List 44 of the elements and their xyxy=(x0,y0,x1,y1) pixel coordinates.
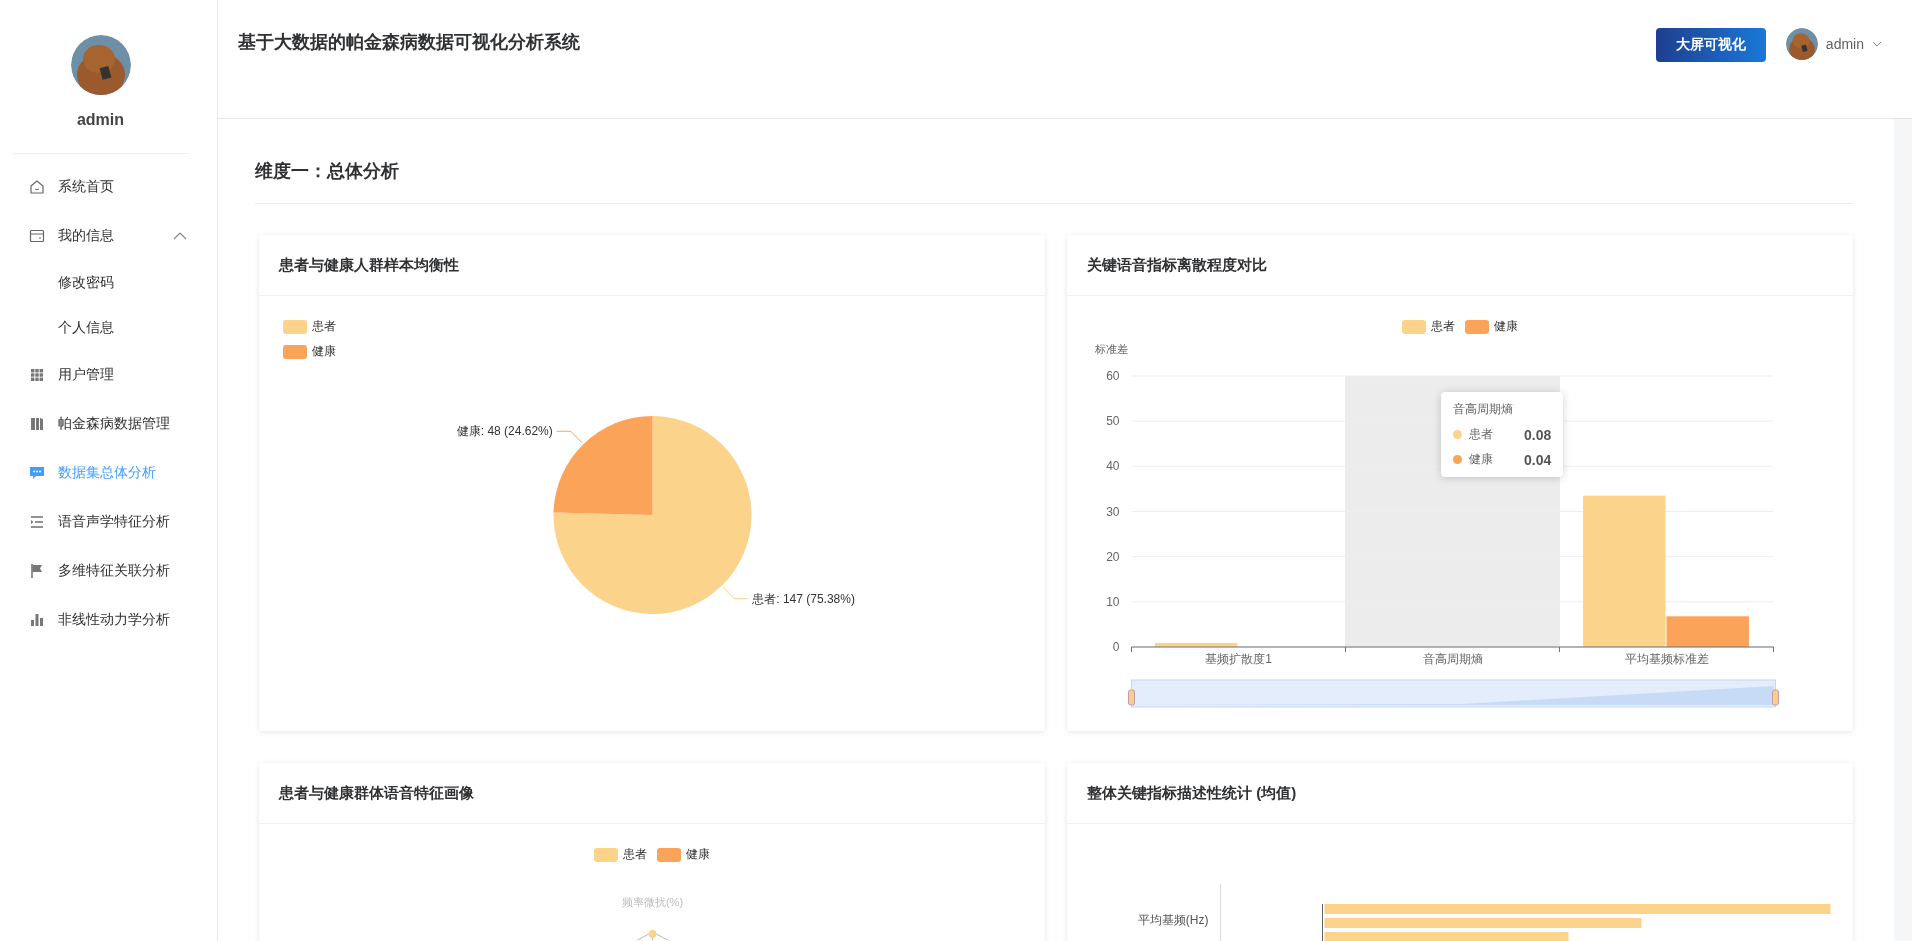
slice-label: 健康: 48 (24.62%) xyxy=(456,424,553,439)
series-name: 健康 xyxy=(1469,451,1493,468)
app-title: 基于大数据的帕金森病数据可视化分析系统 xyxy=(238,31,580,54)
series-name: 患者 xyxy=(1469,426,1493,443)
legend-item[interactable]: 患者 xyxy=(1402,318,1455,335)
section-title: 维度一：总体分析 xyxy=(255,119,1853,204)
menu-item[interactable]: 非线性动力学分析 xyxy=(0,595,217,644)
menu-item[interactable]: 系统首页 xyxy=(0,162,217,211)
user-name: admin xyxy=(76,111,125,129)
menu-item[interactable]: 帕金森病数据管理 xyxy=(0,399,217,448)
dashboard-button[interactable]: 大屏可视化 xyxy=(1655,28,1766,62)
axis-title: 标准差 xyxy=(1095,343,1128,355)
tick-label: 20 xyxy=(1106,549,1120,564)
legend-item[interactable]: 健康 xyxy=(1465,318,1518,335)
user-menu[interactable]: admin xyxy=(1825,36,1864,52)
menu-item[interactable]: 多维特征关联分析 xyxy=(0,546,217,595)
tick-label: 0 xyxy=(1112,640,1120,654)
legend-item[interactable]: 健康 xyxy=(657,846,710,863)
category-label: 音高周期熵 xyxy=(1422,652,1483,666)
tick-label: 40 xyxy=(1106,459,1120,474)
card-title: 关键语音指标离散程度对比 xyxy=(1067,235,1853,296)
category-label: 基频扩散度1 xyxy=(1205,652,1272,666)
series-value: 0.04 xyxy=(1523,451,1552,468)
card-title: 患者与健康群体语音特征画像 xyxy=(259,763,1045,824)
legend-item[interactable]: 健康 xyxy=(283,343,336,360)
tick-label: 50 xyxy=(1106,414,1120,429)
menu-item[interactable]: 用户管理 xyxy=(0,350,217,399)
tick-label: 60 xyxy=(1106,369,1120,383)
category-label: 平均基频(Hz) xyxy=(1137,913,1209,927)
axis-label: 频率微扰(%) xyxy=(621,896,684,908)
legend-item[interactable]: 患者 xyxy=(283,318,336,335)
submenu-item[interactable]: 修改密码 xyxy=(0,260,217,305)
tick-label: 30 xyxy=(1106,504,1120,519)
series-value: 0.08 xyxy=(1523,426,1552,443)
submenu-item[interactable]: 个人信息 xyxy=(0,305,217,350)
category-label: 平均基频标准差 xyxy=(1624,652,1709,666)
card-title: 患者与健康人群样本均衡性 xyxy=(259,235,1045,296)
tick-label: 10 xyxy=(1106,594,1120,609)
card-title: 整体关键指标描述性统计 (均值) xyxy=(1067,763,1853,824)
legend-item[interactable]: 患者 xyxy=(594,846,647,863)
slice-label: 患者: 147 (75.38%) xyxy=(752,591,855,606)
menu-item[interactable]: 我的信息 xyxy=(0,211,217,260)
menu-item[interactable]: 语音声学特征分析 xyxy=(0,497,217,546)
tooltip-title: 音高周期熵 xyxy=(1453,401,1514,418)
